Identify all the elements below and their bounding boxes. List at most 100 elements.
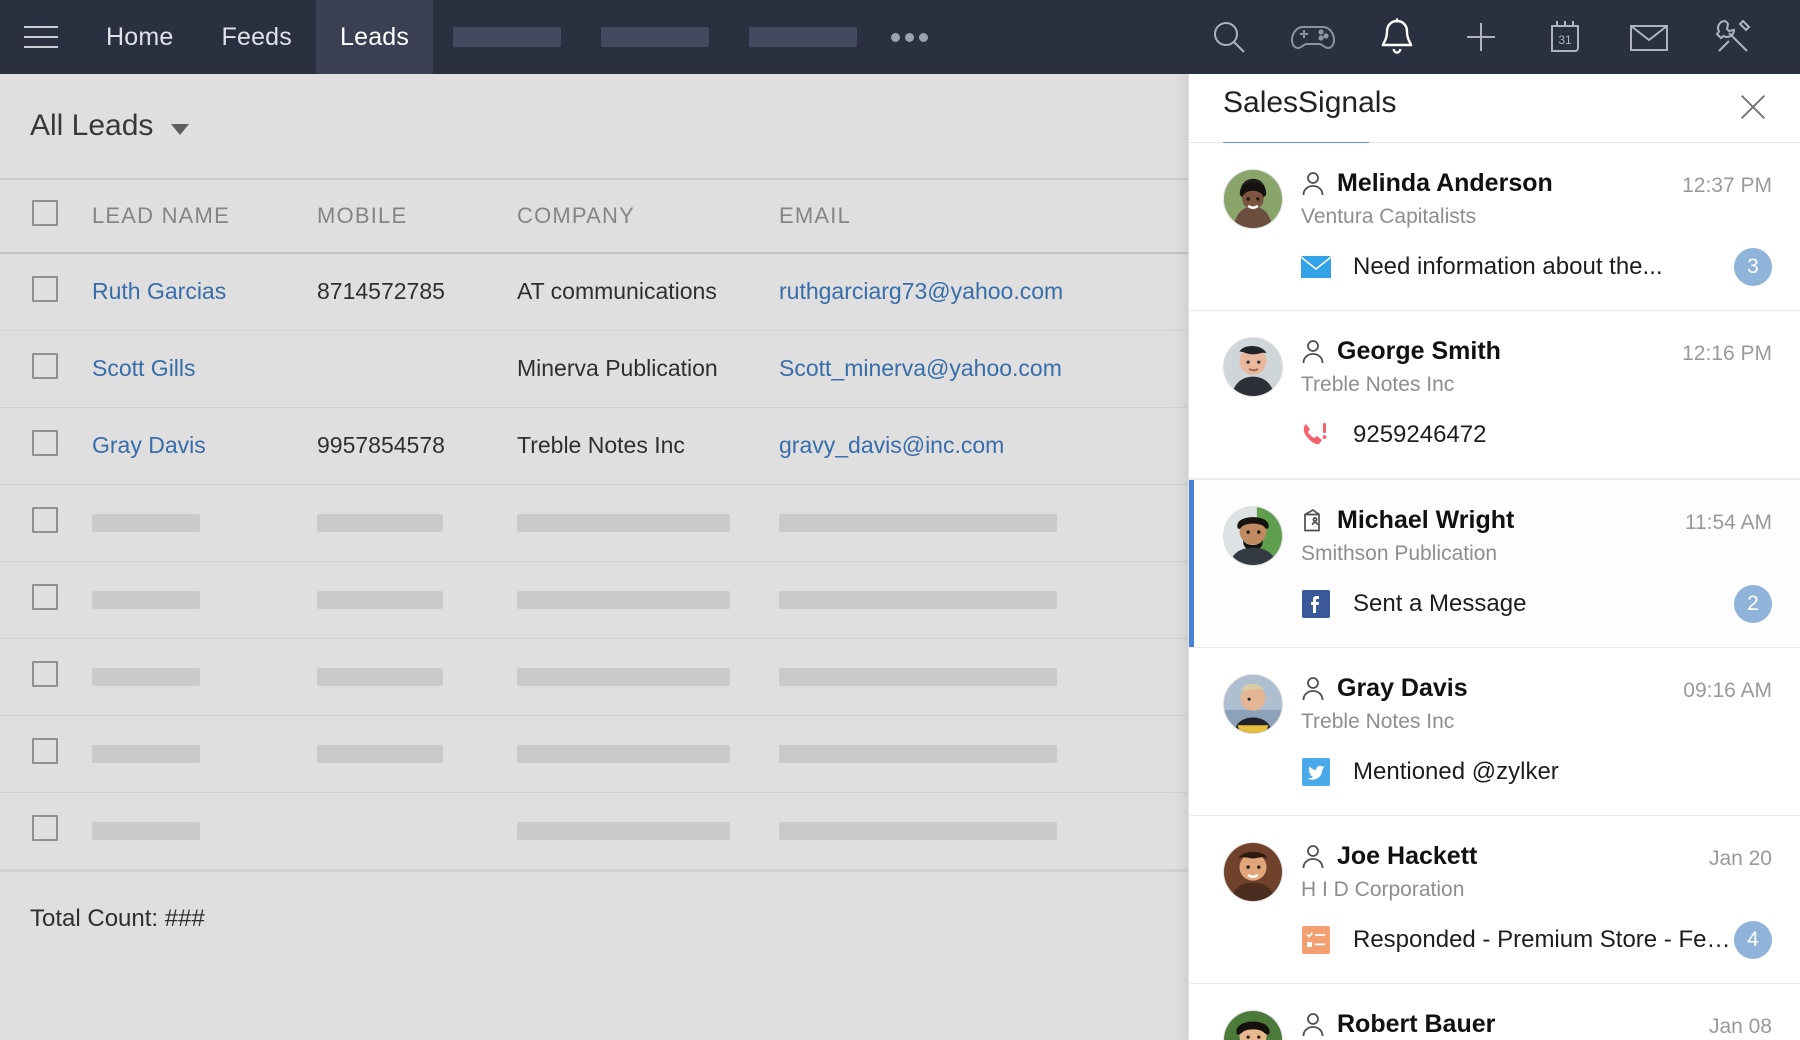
- cell-company: Minerva Publication: [517, 330, 779, 407]
- lead-person-icon: [1301, 339, 1325, 365]
- signal-message[interactable]: Mentioned @zylker: [1353, 758, 1559, 786]
- nav-tab-placeholder-1[interactable]: [453, 27, 561, 47]
- column-header-lead-name[interactable]: LEAD NAME: [92, 179, 317, 253]
- row-checkbox[interactable]: [32, 584, 58, 610]
- signal-bottom-row: Responded - Premium Store - Fee... 4: [1223, 921, 1772, 959]
- salessignals-panel: SalesSignals Melinda Anderson: [1188, 64, 1800, 1040]
- signal-message[interactable]: 9259246472: [1353, 421, 1486, 449]
- placeholder-bar: [92, 514, 200, 532]
- cell-mobile: [317, 484, 517, 561]
- cell-lead-name: Scott Gills: [92, 330, 317, 407]
- signal-count-badge: [1734, 416, 1772, 454]
- email-link[interactable]: gravy_davis@inc.com: [779, 432, 1004, 458]
- cell-mobile: [317, 638, 517, 715]
- cell-company: [517, 715, 779, 792]
- signal-person-name[interactable]: George Smith: [1337, 337, 1501, 366]
- signal-item[interactable]: Gray Davis 09:16 AM Treble Notes Inc Men…: [1189, 648, 1800, 816]
- signal-top-row: Robert Bauer Jan 08 Tony and Presscott P…: [1223, 1010, 1772, 1040]
- signal-main: Robert Bauer Jan 08 Tony and Presscott P…: [1301, 1010, 1772, 1040]
- placeholder-bar: [517, 591, 730, 609]
- search-icon[interactable]: [1206, 14, 1252, 60]
- cell-lead-name: [92, 792, 317, 869]
- plus-icon[interactable]: [1458, 14, 1504, 60]
- column-header-mobile[interactable]: MOBILE: [317, 179, 517, 253]
- signal-item[interactable]: Joe Hackett Jan 20 H I D Corporation Res…: [1189, 816, 1800, 984]
- placeholder-bar: [92, 591, 200, 609]
- contact-card-icon: [1301, 508, 1325, 534]
- nav-tab-leads[interactable]: Leads: [316, 0, 433, 74]
- placeholder-bar: [779, 668, 1057, 686]
- cell-company: Treble Notes Inc: [517, 407, 779, 484]
- signal-person-name[interactable]: Michael Wright: [1337, 506, 1514, 535]
- signal-item[interactable]: Melinda Anderson 12:37 PM Ventura Capita…: [1189, 143, 1800, 311]
- signal-message[interactable]: Need information about the...: [1353, 253, 1663, 281]
- nav-tab-home[interactable]: Home: [82, 0, 198, 74]
- signal-item-selected[interactable]: Michael Wright 11:54 AM Smithson Publica…: [1189, 479, 1800, 648]
- signal-item[interactable]: Robert Bauer Jan 08 Tony and Presscott P…: [1189, 984, 1800, 1040]
- nav-tab-feeds[interactable]: Feeds: [198, 0, 316, 74]
- signal-person-name[interactable]: Joe Hackett: [1337, 842, 1477, 871]
- cell-company: [517, 792, 779, 869]
- row-checkbox[interactable]: [32, 430, 58, 456]
- lead-name-link[interactable]: Ruth Garcias: [92, 278, 226, 304]
- signal-message[interactable]: Responded - Premium Store - Fee...: [1353, 926, 1734, 954]
- chevron-down-icon[interactable]: [171, 124, 189, 135]
- signal-bottom-row: Sent a Message 2: [1223, 585, 1772, 623]
- row-select-cell: [0, 638, 92, 715]
- nav-tab-placeholder-2[interactable]: [601, 27, 709, 47]
- signal-person-name[interactable]: Robert Bauer: [1337, 1010, 1495, 1039]
- placeholder-bar: [92, 668, 200, 686]
- close-icon[interactable]: [1734, 88, 1772, 126]
- email-link[interactable]: Scott_minerva@yahoo.com: [779, 355, 1062, 381]
- select-all-checkbox[interactable]: [32, 200, 58, 226]
- cell-email: ruthgarciarg73@yahoo.com: [779, 253, 1179, 330]
- row-checkbox[interactable]: [32, 738, 58, 764]
- signal-bottom-row: Mentioned @zylker: [1223, 753, 1772, 791]
- placeholder-bar: [779, 514, 1057, 532]
- signal-main: Gray Davis 09:16 AM Treble Notes Inc: [1301, 674, 1772, 734]
- lead-person-icon: [1301, 844, 1325, 870]
- row-select-cell: [0, 407, 92, 484]
- signal-item[interactable]: George Smith 12:16 PM Treble Notes Inc 9…: [1189, 311, 1800, 479]
- signal-person-name[interactable]: Gray Davis: [1337, 674, 1468, 703]
- cell-mobile: 8714572785: [317, 253, 517, 330]
- row-checkbox[interactable]: [32, 661, 58, 687]
- lead-name-link[interactable]: Gray Davis: [92, 432, 206, 458]
- cell-lead-name: Ruth Garcias: [92, 253, 317, 330]
- view-name-label[interactable]: All Leads: [30, 109, 153, 143]
- avatar: [1223, 337, 1283, 397]
- hamburger-icon[interactable]: [0, 0, 82, 74]
- tools-icon[interactable]: [1710, 14, 1756, 60]
- bell-icon[interactable]: [1374, 14, 1420, 60]
- cell-company: [517, 638, 779, 715]
- row-checkbox[interactable]: [32, 276, 58, 302]
- row-checkbox[interactable]: [32, 507, 58, 533]
- email-link[interactable]: ruthgarciarg73@yahoo.com: [779, 278, 1063, 304]
- signal-top-row: George Smith 12:16 PM Treble Notes Inc: [1223, 337, 1772, 397]
- row-checkbox[interactable]: [32, 353, 58, 379]
- column-header-company[interactable]: COMPANY: [517, 179, 779, 253]
- cell-lead-name: Gray Davis: [92, 407, 317, 484]
- row-checkbox[interactable]: [32, 815, 58, 841]
- signal-message[interactable]: Sent a Message: [1353, 590, 1526, 618]
- cell-email: [779, 792, 1179, 869]
- gamepad-icon[interactable]: [1290, 14, 1336, 60]
- envelope-icon[interactable]: [1626, 14, 1672, 60]
- calendar-icon[interactable]: 31: [1542, 14, 1588, 60]
- cell-lead-name: [92, 715, 317, 792]
- signal-top-row: Joe Hackett Jan 20 H I D Corporation: [1223, 842, 1772, 902]
- avatar: [1223, 1010, 1283, 1040]
- lead-name-link[interactable]: Scott Gills: [92, 355, 196, 381]
- nav-tab-placeholder-3[interactable]: [749, 27, 857, 47]
- row-select-cell: [0, 792, 92, 869]
- signal-name-line: George Smith 12:16 PM: [1301, 337, 1772, 366]
- signal-person-name[interactable]: Melinda Anderson: [1337, 169, 1553, 198]
- row-select-cell: [0, 715, 92, 792]
- signal-top-row: Michael Wright 11:54 AM Smithson Publica…: [1223, 506, 1772, 566]
- more-tabs-icon[interactable]: [891, 33, 928, 42]
- signal-company: Ventura Capitalists: [1301, 205, 1772, 229]
- placeholder-bar: [517, 745, 730, 763]
- column-header-email[interactable]: EMAIL: [779, 179, 1179, 253]
- panel-title[interactable]: SalesSignals: [1223, 86, 1396, 146]
- signal-time: 12:16 PM: [1668, 338, 1772, 366]
